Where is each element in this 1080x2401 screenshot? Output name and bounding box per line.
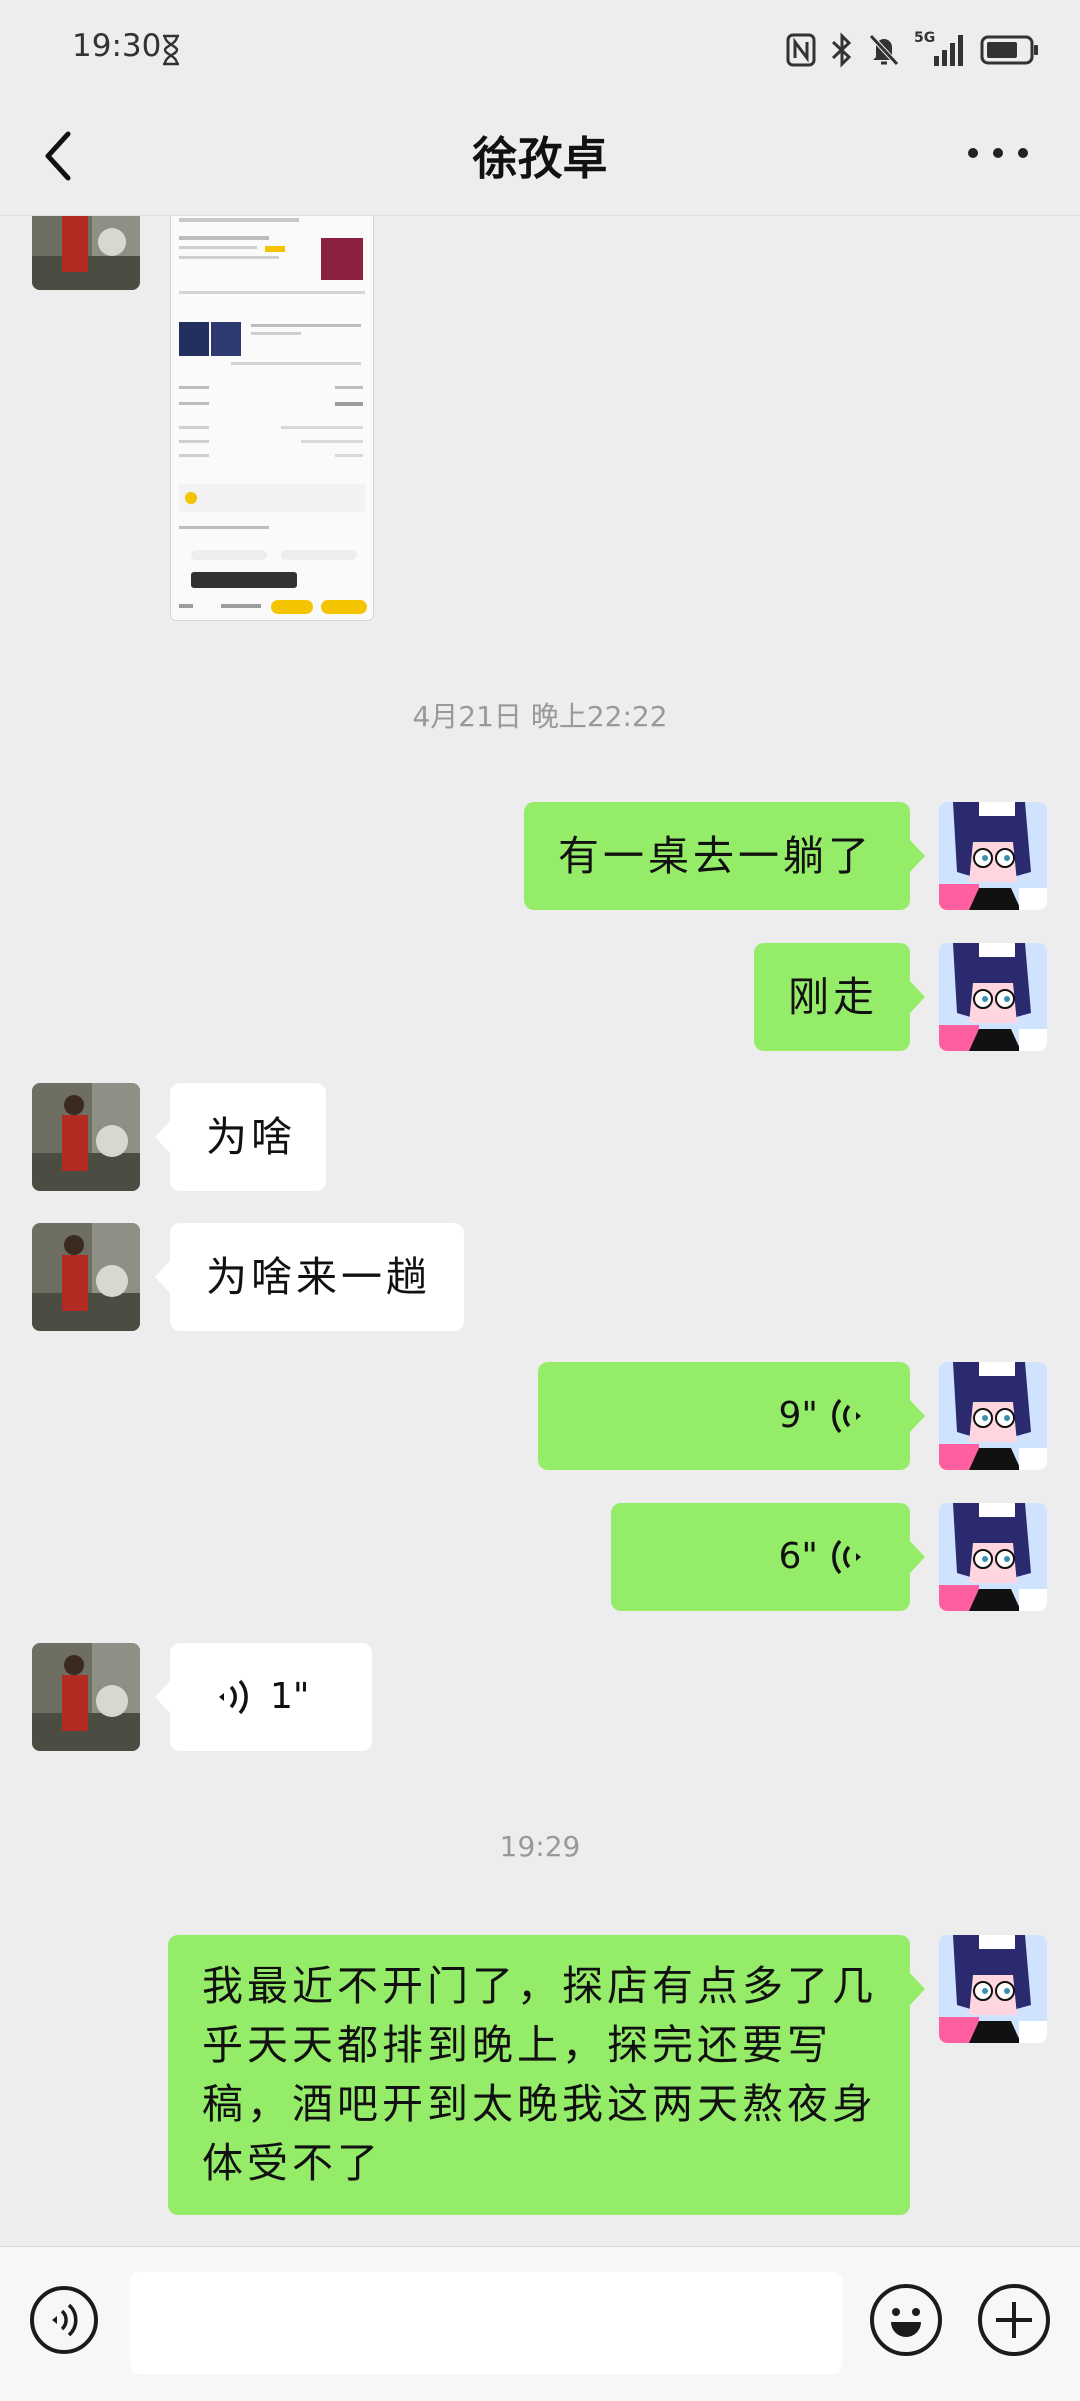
- contact-avatar[interactable]: [32, 1083, 140, 1191]
- message-text: 为啥: [206, 1113, 296, 1161]
- bluetooth-icon: [831, 32, 852, 68]
- more-dots-icon: [1018, 148, 1028, 158]
- battery-icon: [980, 35, 1038, 65]
- voice-duration: 9": [778, 1395, 818, 1436]
- voice-wave-icon: [219, 1679, 248, 1715]
- header-divider: [0, 215, 1080, 216]
- my-avatar[interactable]: [939, 1503, 1047, 1611]
- voice-message-incoming[interactable]: 1": [155, 1643, 372, 1751]
- hourglass-icon: [163, 34, 179, 66]
- message-bubble-incoming[interactable]: 为啥来一趟: [155, 1223, 464, 1331]
- timestamp-label: 19:29: [499, 1830, 581, 1863]
- message-text: 刚走: [788, 973, 878, 1021]
- signal-indicator: 5G: [914, 30, 966, 68]
- message-bubble-outgoing[interactable]: 有一桌去一躺了: [524, 802, 925, 910]
- emoji-icon: [891, 2308, 921, 2337]
- voice-duration: 1": [270, 1676, 310, 1717]
- message-bubble-outgoing[interactable]: 我最近不开门了，探店有点多了几乎天天都排到晚上，探完还要写稿，酒吧开到太晚我这两…: [168, 1935, 925, 2215]
- message-bubble-outgoing[interactable]: 刚走: [754, 943, 925, 1051]
- shared-screenshot-image[interactable]: [170, 216, 374, 621]
- voice-input-icon: [52, 2303, 78, 2337]
- status-time: 19:30: [72, 28, 162, 64]
- voice-wave-icon: [832, 1539, 861, 1575]
- order-screenshot-preview: [171, 216, 373, 620]
- more-options-button[interactable]: [968, 148, 1028, 162]
- more-dots-icon: [993, 148, 1003, 158]
- contact-avatar[interactable]: [32, 1643, 140, 1751]
- voice-message-outgoing[interactable]: 9": [538, 1362, 925, 1470]
- voice-duration: 6": [778, 1536, 818, 1577]
- my-avatar[interactable]: [939, 802, 1047, 910]
- signal-icon: [934, 35, 963, 66]
- emoji-button[interactable]: [870, 2284, 942, 2356]
- timestamp-label: 4月21日 晚上22:22: [412, 700, 668, 733]
- contact-avatar[interactable]: [32, 216, 140, 290]
- voice-wave-icon: [832, 1398, 861, 1434]
- message-text: 为啥来一趟: [206, 1253, 431, 1301]
- plus-icon: [996, 2302, 1032, 2338]
- my-avatar[interactable]: [939, 1362, 1047, 1470]
- message-text: 有一桌去一躺了: [558, 832, 873, 880]
- my-avatar[interactable]: [939, 1935, 1047, 2043]
- contact-avatar[interactable]: [32, 1223, 140, 1331]
- mute-bell-icon: [869, 34, 899, 66]
- voice-input-button[interactable]: [30, 2286, 98, 2354]
- voice-message-outgoing[interactable]: 6": [611, 1503, 925, 1611]
- message-text: 我最近不开门了，探店有点多了几乎天天都排到晚上，探完还要写稿，酒吧开到太晚我这两…: [202, 1962, 877, 2187]
- message-input[interactable]: [130, 2272, 842, 2374]
- chat-title: 徐孜卓: [472, 132, 608, 185]
- status-icons: 5G: [786, 30, 1040, 70]
- message-bubble-incoming[interactable]: 为啥: [155, 1083, 326, 1191]
- more-functions-button[interactable]: [978, 2284, 1050, 2356]
- more-dots-icon: [968, 148, 978, 158]
- my-avatar[interactable]: [939, 943, 1047, 1051]
- nfc-icon: [786, 33, 816, 67]
